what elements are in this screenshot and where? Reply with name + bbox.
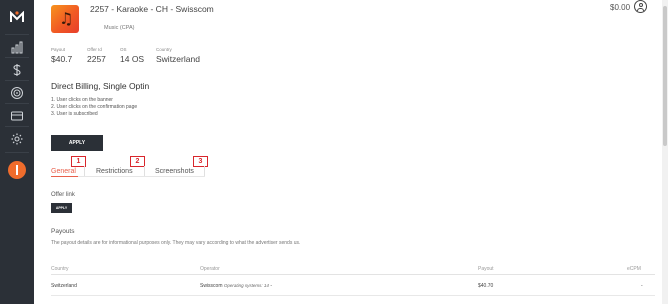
gear-icon[interactable]	[10, 132, 24, 146]
tab-active-indicator	[51, 176, 78, 177]
music-note-icon: ♫	[59, 9, 74, 28]
offer-category: Music (CPA)	[104, 25, 135, 31]
cell-country: Switzerland	[51, 283, 77, 289]
tab-restrictions[interactable]: Restrictions	[96, 168, 133, 175]
cell-operator: Swisscom Operating systems: 14 -	[200, 283, 272, 289]
alert-icon[interactable]	[8, 161, 26, 179]
stat-payout-label: Payout	[51, 47, 66, 52]
cell-ecpm: -	[641, 283, 643, 289]
stat-payout-value: $40.7	[51, 54, 73, 64]
tab-divider	[204, 166, 205, 176]
offer-title: 2257 - Karaoke - CH - Swisscom	[90, 4, 214, 14]
operator-more: -	[270, 283, 272, 289]
account-balance: $0.00	[610, 3, 631, 12]
column-header-country: Country	[51, 266, 69, 272]
column-header-operator: Operator	[200, 266, 220, 272]
flow-step: 1. User clicks on the banner	[51, 97, 113, 103]
tab-divider	[84, 166, 85, 176]
scrollbar-thumb[interactable]	[663, 6, 667, 146]
target-icon[interactable]	[10, 86, 24, 100]
annotation-marker-3: 3	[193, 156, 208, 167]
stat-offer-id-label: Offer Id	[87, 47, 102, 52]
sidebar	[0, 0, 34, 304]
nav-divider	[5, 34, 29, 35]
nav-divider	[5, 152, 29, 153]
offer-link-label: Offer link	[51, 192, 75, 198]
bar-chart-icon[interactable]	[10, 40, 24, 54]
cell-payout: $40.70	[478, 283, 494, 289]
stat-country-label: Country	[156, 47, 172, 52]
tab-divider	[144, 166, 145, 176]
nav-divider	[5, 80, 29, 81]
table-row-divider	[51, 295, 655, 296]
apply-button[interactable]: APPLY	[51, 135, 103, 151]
operator-name: Swisscom	[200, 283, 223, 289]
table-header-divider	[51, 274, 655, 275]
tab-general[interactable]: General	[51, 168, 76, 175]
payouts-title: Payouts	[51, 228, 75, 235]
flow-step: 2. User clicks on the confirmation page	[51, 104, 138, 110]
user-icon[interactable]	[634, 0, 647, 13]
annotation-marker-2: 2	[130, 156, 145, 167]
stat-os-value: 14 OS	[120, 54, 145, 64]
credit-card-icon[interactable]	[10, 109, 24, 123]
operator-os: Operating systems: 14	[223, 283, 269, 288]
nav-divider	[5, 57, 29, 58]
stat-country-value: Switzerland	[156, 54, 200, 64]
app-thumbnail: ♫	[51, 5, 79, 33]
flow-title: Direct Billing, Single Optin	[51, 81, 150, 91]
tab-screenshots[interactable]: Screenshots	[155, 168, 194, 175]
nav-divider	[5, 126, 29, 127]
column-header-payout: Payout	[478, 266, 494, 272]
stat-os-label: OS	[120, 47, 127, 52]
dollar-icon[interactable]	[10, 63, 24, 77]
column-header-ecpm: eCPM	[627, 266, 641, 272]
offer-link-apply-button[interactable]: APPLY	[51, 203, 72, 213]
nav-divider	[5, 103, 29, 104]
payouts-note: The payout details are for informational…	[51, 240, 301, 246]
scrollbar[interactable]	[662, 0, 668, 304]
logo-icon[interactable]	[10, 11, 24, 23]
flow-step: 3. User is subscribed	[51, 111, 98, 117]
stat-offer-id-value: 2257	[87, 54, 106, 64]
